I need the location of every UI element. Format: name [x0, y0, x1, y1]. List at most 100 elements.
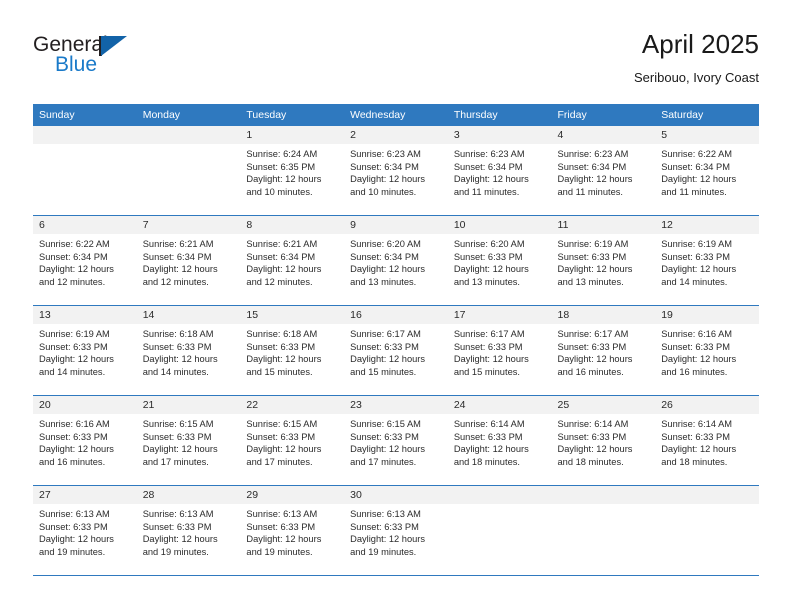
- sunset-text: Sunset: 6:34 PM: [557, 161, 627, 172]
- calendar-day-cell[interactable]: 30 Sunrise: 6:13 AM Sunset: 6:33 PM Dayligh…: [344, 485, 448, 576]
- day-number: 28: [136, 486, 241, 504]
- calendar-day-cell[interactable]: 2 Sunrise: 6:23 AM Sunset: 6:34 PM Daylight…: [344, 126, 448, 216]
- calendar-day-cell[interactable]: 4 Sunrise: 6:23 AM Sunset: 6:34 PM Daylight…: [551, 126, 656, 216]
- calendar-day-cell[interactable]: 6 Sunrise: 6:22 AM Sunset: 6:34 PM Daylight…: [33, 215, 137, 306]
- calendar-day-cell[interactable]: 26 Sunrise: 6:14 AM Sunset: 6:33 PM Dayligh…: [655, 395, 759, 486]
- calendar-day-cell[interactable]: 24 Sunrise: 6:14 AM Sunset: 6:33 PM Dayligh…: [447, 395, 552, 486]
- calendar-day-cell[interactable]: 18 Sunrise: 6:17 AM Sunset: 6:33 PM Dayligh…: [551, 305, 656, 396]
- daylight-text-line2: and 17 minutes.: [142, 456, 209, 467]
- sunset-text: Sunset: 6:33 PM: [661, 431, 730, 442]
- calendar-day-cell[interactable]: 13 Sunrise: 6:19 AM Sunset: 6:33 PM Dayligh…: [33, 305, 137, 396]
- calendar-day-cell[interactable]: 9 Sunrise: 6:20 AM Sunset: 6:34 PM Daylight…: [344, 215, 448, 306]
- sunrise-text: Sunrise: 6:17 AM: [453, 329, 525, 339]
- calendar-day-cell[interactable]: 12 Sunrise: 6:19 AM Sunset: 6:33 PM Dayligh…: [655, 215, 759, 306]
- day-number: [136, 126, 241, 144]
- daylight-text-line2: and 10 minutes.: [246, 186, 313, 197]
- sun-info: Sunrise: 6:15 AM Sunset: 6:33 PM Daylight:…: [344, 414, 448, 468]
- daylight-text-line1: Daylight: 12 hours: [350, 354, 426, 365]
- calendar-day-cell[interactable]: 20 Sunrise: 6:16 AM Sunset: 6:33 PM Dayligh…: [33, 395, 137, 486]
- daylight-text-line1: Daylight: 12 hours: [246, 264, 322, 275]
- calendar-day-cell[interactable]: 27 Sunrise: 6:13 AM Sunset: 6:33 PM Dayligh…: [33, 485, 137, 576]
- calendar-day-cell[interactable]: 29 Sunrise: 6:13 AM Sunset: 6:33 PM Dayligh…: [240, 485, 345, 576]
- sunrise-text: Sunrise: 6:13 AM: [350, 509, 421, 519]
- weekday-header-monday: Monday: [136, 104, 241, 126]
- sun-info: Sunrise: 6:19 AM Sunset: 6:33 PM Daylight:…: [552, 234, 656, 288]
- day-number: 15: [240, 306, 345, 324]
- sunrise-text: Sunrise: 6:18 AM: [246, 329, 318, 339]
- calendar-day-cell[interactable]: 16 Sunrise: 6:17 AM Sunset: 6:33 PM Dayligh…: [344, 305, 448, 396]
- sun-info: Sunrise: 6:15 AM Sunset: 6:33 PM Daylight:…: [137, 414, 241, 468]
- sunrise-text: Sunrise: 6:21 AM: [142, 239, 214, 249]
- calendar-day-cell[interactable]: 21 Sunrise: 6:15 AM Sunset: 6:33 PM Dayligh…: [136, 395, 241, 486]
- calendar-day-cell[interactable]: 15 Sunrise: 6:18 AM Sunset: 6:33 PM Dayligh…: [240, 305, 345, 396]
- daylight-text-line2: and 18 minutes.: [557, 456, 624, 467]
- sunset-text: Sunset: 6:33 PM: [661, 251, 730, 262]
- calendar-day-cell[interactable]: 19 Sunrise: 6:16 AM Sunset: 6:33 PM Dayligh…: [655, 305, 759, 396]
- day-number: 9: [344, 216, 448, 234]
- weekday-header-friday: Friday: [551, 104, 656, 126]
- sunset-text: Sunset: 6:33 PM: [246, 431, 316, 442]
- day-number: 22: [240, 396, 345, 414]
- calendar-day-cell[interactable]: 25 Sunrise: 6:14 AM Sunset: 6:33 PM Dayligh…: [551, 395, 656, 486]
- daylight-text-line2: and 13 minutes.: [557, 276, 624, 287]
- sun-info: Sunrise: 6:15 AM Sunset: 6:33 PM Daylight:…: [240, 414, 344, 468]
- weekday-header-wednesday: Wednesday: [344, 104, 448, 126]
- calendar-day-cell[interactable]: 28 Sunrise: 6:13 AM Sunset: 6:33 PM Dayligh…: [136, 485, 241, 576]
- daylight-text-line1: Daylight: 12 hours: [661, 444, 737, 455]
- sunset-text: Sunset: 6:35 PM: [246, 161, 316, 172]
- day-number: 25: [551, 396, 656, 414]
- sunrise-text: Sunrise: 6:15 AM: [350, 419, 421, 429]
- sunset-text: Sunset: 6:33 PM: [39, 431, 108, 442]
- sunrise-text: Sunrise: 6:23 AM: [557, 149, 629, 159]
- sun-info: Sunrise: 6:20 AM Sunset: 6:33 PM Daylight:…: [448, 234, 552, 288]
- sun-info: Sunrise: 6:16 AM Sunset: 6:33 PM Daylight:…: [655, 324, 759, 378]
- brand-logo[interactable]: General Blue: [33, 34, 153, 86]
- sunrise-text: Sunrise: 6:14 AM: [557, 419, 629, 429]
- calendar-day-cell[interactable]: 11 Sunrise: 6:19 AM Sunset: 6:33 PM Dayligh…: [551, 215, 656, 306]
- calendar-day-cell[interactable]: 17 Sunrise: 6:17 AM Sunset: 6:33 PM Dayligh…: [447, 305, 552, 396]
- daylight-text-line2: and 14 minutes.: [39, 366, 106, 377]
- sunrise-text: Sunrise: 6:15 AM: [246, 419, 318, 429]
- weekday-header-tuesday: Tuesday: [240, 104, 345, 126]
- sunset-text: Sunset: 6:34 PM: [350, 161, 419, 172]
- daylight-text-line1: Daylight: 12 hours: [453, 174, 529, 185]
- sun-info: Sunrise: 6:22 AM Sunset: 6:34 PM Daylight:…: [655, 144, 759, 198]
- title-block: April 2025 Seribouo, Ivory Coast: [634, 28, 759, 87]
- daylight-text-line2: and 17 minutes.: [350, 456, 417, 467]
- sunrise-text: Sunrise: 6:19 AM: [557, 239, 629, 249]
- daylight-text-line1: Daylight: 12 hours: [453, 444, 529, 455]
- day-number: 26: [655, 396, 759, 414]
- sun-info: Sunrise: 6:16 AM Sunset: 6:33 PM Daylight:…: [33, 414, 137, 468]
- daylight-text-line1: Daylight: 12 hours: [557, 264, 633, 275]
- daylight-text-line2: and 10 minutes.: [350, 186, 417, 197]
- calendar-day-cell[interactable]: 8 Sunrise: 6:21 AM Sunset: 6:34 PM Daylight…: [240, 215, 345, 306]
- calendar-day-cell[interactable]: 3 Sunrise: 6:23 AM Sunset: 6:34 PM Daylight…: [447, 126, 552, 216]
- calendar-day-cell[interactable]: 1 Sunrise: 6:24 AM Sunset: 6:35 PM Daylight…: [240, 126, 345, 216]
- weekday-header-thursday: Thursday: [447, 104, 552, 126]
- daylight-text-line1: Daylight: 12 hours: [350, 444, 426, 455]
- calendar-day-cell[interactable]: 23 Sunrise: 6:15 AM Sunset: 6:33 PM Dayligh…: [344, 395, 448, 486]
- daylight-text-line2: and 12 minutes.: [142, 276, 209, 287]
- sunrise-text: Sunrise: 6:22 AM: [661, 149, 733, 159]
- sunset-text: Sunset: 6:33 PM: [142, 341, 212, 352]
- calendar-day-cell[interactable]: 14 Sunrise: 6:18 AM Sunset: 6:33 PM Dayligh…: [136, 305, 241, 396]
- day-number: 18: [551, 306, 656, 324]
- daylight-text-line2: and 15 minutes.: [453, 366, 520, 377]
- day-number: 14: [136, 306, 241, 324]
- sun-info: Sunrise: 6:21 AM Sunset: 6:34 PM Daylight:…: [137, 234, 241, 288]
- sunset-text: Sunset: 6:33 PM: [246, 521, 316, 532]
- sunrise-text: Sunrise: 6:13 AM: [39, 509, 110, 519]
- calendar-day-cell[interactable]: 7 Sunrise: 6:21 AM Sunset: 6:34 PM Daylight…: [136, 215, 241, 306]
- day-number: [551, 486, 656, 504]
- calendar-day-cell[interactable]: 10 Sunrise: 6:20 AM Sunset: 6:33 PM Dayligh…: [447, 215, 552, 306]
- sunrise-text: Sunrise: 6:23 AM: [453, 149, 525, 159]
- sunrise-text: Sunrise: 6:14 AM: [661, 419, 733, 429]
- calendar-day-cell[interactable]: 22 Sunrise: 6:15 AM Sunset: 6:33 PM Dayligh…: [240, 395, 345, 486]
- calendar-day-cell-empty: [551, 485, 656, 576]
- calendar-day-cell[interactable]: 5 Sunrise: 6:22 AM Sunset: 6:34 PM Daylight…: [655, 126, 759, 216]
- sunset-text: Sunset: 6:34 PM: [246, 251, 316, 262]
- sun-info: Sunrise: 6:14 AM Sunset: 6:33 PM Daylight:…: [552, 414, 656, 468]
- sunset-text: Sunset: 6:33 PM: [453, 251, 523, 262]
- calendar-week-row: 1 Sunrise: 6:24 AM Sunset: 6:35 PM Daylight…: [33, 126, 759, 216]
- sunrise-text: Sunrise: 6:23 AM: [350, 149, 421, 159]
